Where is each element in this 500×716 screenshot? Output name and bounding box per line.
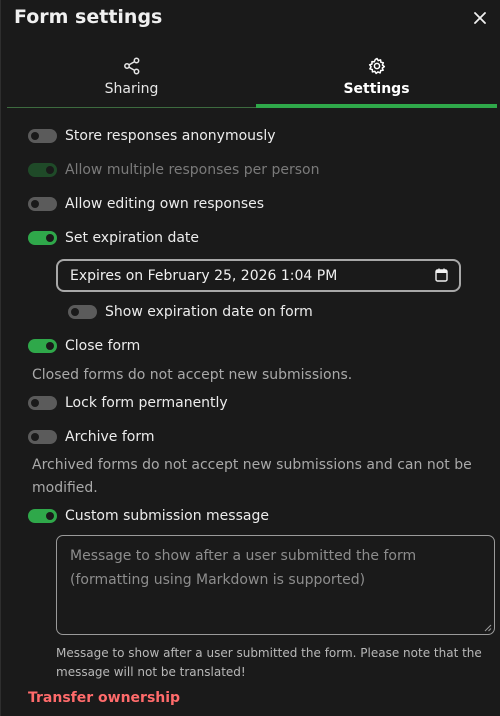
calendar-icon[interactable]: [435, 268, 448, 282]
close-icon: [474, 12, 486, 24]
tab-settings-label: Settings: [343, 81, 410, 97]
setting-expiration: Set expiration date: [28, 227, 199, 249]
close-form-hint: Closed forms do not accept new submissio…: [32, 367, 353, 383]
archive-form-label: Archive form: [65, 429, 155, 445]
submission-message-placeholder: Message to show after a user submitted t…: [70, 548, 417, 588]
expiration-date-input[interactable]: Expires on February 25, 2026 1:04 PM: [56, 259, 461, 292]
share-icon: [123, 57, 139, 75]
setting-close-form: Close form: [28, 335, 140, 357]
submission-message-textarea[interactable]: Message to show after a user submitted t…: [56, 535, 495, 635]
archive-form-hint: Archived forms do not accept new submiss…: [32, 457, 472, 496]
setting-editing: Allow editing own responses: [28, 193, 264, 215]
anonymous-label: Store responses anonymously: [65, 128, 276, 144]
show-expiration-label: Show expiration date on form: [105, 304, 313, 320]
gear-icon: [368, 57, 385, 75]
resize-handle-icon[interactable]: [484, 624, 492, 632]
close-form-label: Close form: [65, 338, 141, 354]
tab-sharing-label: Sharing: [104, 81, 159, 97]
tab-sharing[interactable]: Sharing: [7, 52, 256, 108]
close-form-toggle[interactable]: [28, 339, 57, 353]
setting-anonymous: Store responses anonymously: [28, 125, 276, 147]
setting-multiple-responses: Allow multiple responses per person: [28, 159, 319, 181]
transfer-ownership-button[interactable]: Transfer ownership: [28, 690, 180, 706]
multiple-responses-toggle: [28, 163, 57, 177]
custom-message-toggle[interactable]: [28, 509, 57, 523]
tab-settings[interactable]: Settings: [256, 52, 497, 108]
form-settings-panel: Form settings Sharing Settings Store res…: [0, 0, 500, 716]
custom-message-label: Custom submission message: [65, 508, 269, 524]
setting-lock-form: Lock form permanently: [28, 392, 228, 414]
lock-form-label: Lock form permanently: [65, 395, 228, 411]
lock-form-toggle[interactable]: [28, 396, 57, 410]
setting-archive-form: Archive form: [28, 426, 154, 448]
setting-custom-message: Custom submission message: [28, 505, 269, 527]
expiration-date-value: Expires on February 25, 2026 1:04 PM: [70, 267, 338, 284]
panel-title: Form settings: [14, 6, 163, 28]
show-expiration-toggle[interactable]: [68, 305, 97, 319]
anonymous-toggle[interactable]: [28, 129, 57, 143]
editing-toggle[interactable]: [28, 197, 57, 211]
multiple-responses-label: Allow multiple responses per person: [65, 162, 320, 178]
expiration-label: Set expiration date: [65, 230, 200, 246]
setting-show-expiration: Show expiration date on form: [68, 301, 313, 323]
submission-message-hint: Message to show after a user submitted t…: [56, 646, 482, 679]
archive-form-toggle[interactable]: [28, 430, 57, 444]
close-button[interactable]: [467, 6, 493, 30]
expiration-toggle[interactable]: [28, 231, 57, 245]
editing-label: Allow editing own responses: [65, 196, 265, 212]
